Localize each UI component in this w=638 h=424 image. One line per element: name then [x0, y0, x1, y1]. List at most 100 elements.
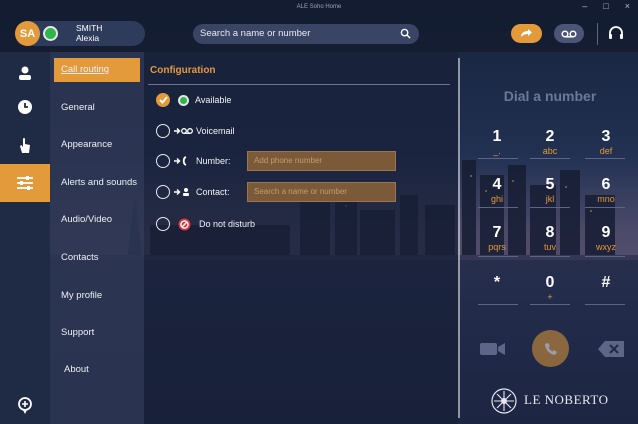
key-digit: 7 [492, 224, 502, 241]
video-camera-icon [480, 343, 505, 355]
maximize-button[interactable]: □ [603, 1, 608, 11]
key-letters: + [547, 292, 553, 302]
dialpad-key-9[interactable]: 9 wxyz [586, 224, 626, 264]
key-letters: pqrs [488, 242, 506, 252]
option-available[interactable]: Available [156, 91, 231, 109]
key-letters: ghi [490, 194, 503, 204]
dialpad-key-3[interactable]: 3 def [586, 128, 626, 168]
key-underline [478, 256, 518, 257]
presence-status-icon[interactable] [43, 26, 58, 41]
key-underline [530, 207, 570, 208]
settings-sliders-icon [17, 176, 33, 190]
number-field[interactable]: Add phone number [247, 151, 396, 171]
dialpad-key-8[interactable]: 8 tuv [530, 224, 570, 264]
search-input[interactable]: Search a name or number [193, 24, 419, 44]
rail-item-settings[interactable] [0, 164, 50, 202]
key-underline [530, 158, 570, 159]
menu-item-my-profile[interactable]: My profile [50, 284, 144, 308]
forward-voicemail-icon [174, 128, 193, 134]
key-underline [585, 304, 625, 305]
key-letters: wxyz [596, 242, 616, 252]
configuration-panel: Configuration Available Voicemail Number… [144, 52, 458, 424]
dialpad-key-star[interactable]: * [477, 274, 517, 314]
key-letters: jkl [545, 194, 555, 204]
menu-item-alerts[interactable]: Alerts and sounds [50, 171, 144, 195]
rail-item-touch[interactable] [0, 126, 50, 164]
voicemail-button[interactable] [554, 24, 584, 43]
search-icon[interactable] [400, 28, 411, 39]
key-digit: 5 [545, 176, 555, 193]
menu-item-about[interactable]: About [50, 358, 144, 382]
radio-number[interactable] [156, 154, 170, 168]
phone-icon [544, 342, 557, 355]
radio-available[interactable] [156, 93, 170, 107]
key-digit: 6 [601, 176, 611, 193]
search-placeholder: Search a name or number [200, 28, 311, 39]
touch-hand-icon [20, 138, 30, 153]
dialpad-key-7[interactable]: 7 pqrs [477, 224, 517, 264]
call-forward-button[interactable] [511, 24, 542, 43]
key-underline [585, 158, 625, 159]
rail-item-contacts[interactable] [0, 54, 50, 92]
radio-voicemail[interactable] [156, 124, 170, 138]
key-digit: * [493, 274, 501, 291]
radio-do-not-disturb[interactable] [156, 217, 170, 231]
menu-item-call-routing[interactable]: Call routing [54, 58, 140, 82]
brand-name: LE NOBERTO [524, 392, 609, 407]
key-underline [585, 207, 625, 208]
rail-item-history[interactable] [0, 88, 50, 126]
key-underline [530, 256, 570, 257]
key-letters: def [599, 146, 613, 156]
user-name: SMITH Alexia [76, 23, 102, 43]
key-underline [585, 256, 625, 257]
menu-item-general[interactable]: General [50, 96, 144, 120]
key-digit: 0 [545, 274, 555, 291]
option-number[interactable]: Number: [156, 152, 231, 170]
key-digit: 4 [492, 176, 502, 193]
dialpad-title: Dial a number [503, 88, 597, 104]
history-clock-icon [18, 100, 32, 114]
menu-item-audio-video[interactable]: Audio/Video [50, 208, 144, 232]
close-button[interactable]: × [625, 1, 630, 11]
available-status-icon [178, 94, 189, 106]
backspace-button[interactable] [597, 340, 625, 358]
menu-item-appearance[interactable]: Appearance [50, 133, 144, 157]
option-do-not-disturb[interactable]: Do not disturb [156, 215, 255, 233]
option-contact[interactable]: Contact: [156, 183, 230, 201]
dialpad-key-1[interactable]: 1 _. [477, 128, 517, 168]
navigation-rail [0, 52, 50, 424]
panel-title: Configuration [150, 65, 216, 76]
minimize-button[interactable]: – [582, 1, 587, 11]
key-underline [478, 304, 518, 305]
key-digit: 3 [601, 128, 611, 145]
radio-contact[interactable] [156, 185, 170, 199]
option-number-label: Number: [196, 156, 231, 166]
checkmark-icon [158, 96, 168, 104]
toolbar-separator [597, 23, 598, 45]
location-pin-icon [18, 397, 32, 414]
call-button[interactable] [532, 330, 569, 367]
dialpad-key-2[interactable]: 2 abc [530, 128, 570, 168]
dialpad-key-4[interactable]: 4 ghi [477, 176, 517, 216]
dialpad-key-0[interactable]: 0 + [530, 274, 570, 314]
avatar[interactable]: SA [15, 21, 40, 46]
option-voicemail[interactable]: Voicemail [156, 122, 235, 140]
option-contact-label: Contact: [196, 187, 230, 197]
contact-search-field[interactable]: Search a name or number [247, 182, 396, 202]
user-profile-pill[interactable]: SA SMITH Alexia [15, 21, 145, 46]
dialpad-key-5[interactable]: 5 jkl [530, 176, 570, 216]
dialpad-key-6[interactable]: 6 mno [586, 176, 626, 216]
dialpad-key-hash[interactable]: # [586, 274, 626, 314]
menu-item-contacts[interactable]: Contacts [50, 246, 144, 270]
menu-item-support[interactable]: Support [50, 321, 144, 345]
forward-phone-icon [174, 156, 187, 166]
headset-icon[interactable] [607, 24, 625, 42]
key-underline [478, 207, 518, 208]
settings-menu: Call routing General Appearance Alerts a… [50, 52, 144, 424]
call-forward-icon [520, 28, 532, 37]
brand-emblem-icon [491, 388, 517, 414]
video-call-button[interactable] [480, 341, 506, 357]
option-available-label: Available [195, 95, 232, 105]
rail-item-location[interactable] [0, 387, 50, 424]
app-window: ALE Soho Home – □ × SA SMITH Alexia Sear… [0, 0, 638, 424]
